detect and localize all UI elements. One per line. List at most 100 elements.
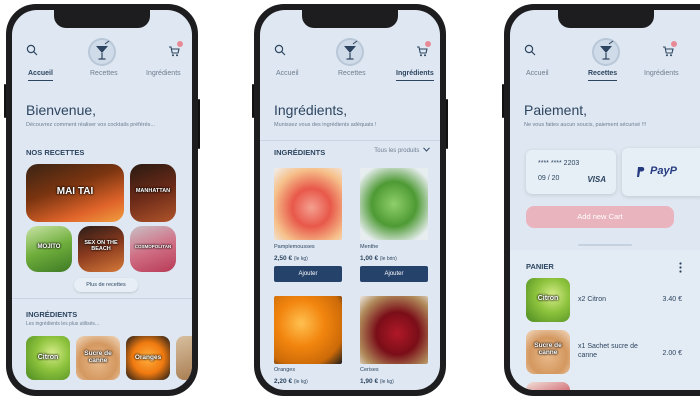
page-subtitle: Découvrez comment réaliser vos cocktails…: [26, 122, 155, 128]
product-price: 1,00 € (le brin): [360, 255, 397, 262]
ingredient-label: Oranges: [134, 354, 162, 361]
tab-accueil[interactable]: Accueil: [276, 70, 299, 77]
product-image-menthe[interactable]: [360, 168, 428, 240]
page-title: Paiement,: [524, 102, 588, 118]
price-unit: (le kg): [379, 379, 394, 385]
cart-badge: [425, 41, 431, 47]
price-unit: (le brin): [379, 256, 397, 262]
recipe-label: MOJITO: [37, 244, 61, 250]
tab-accueil[interactable]: Accueil: [526, 70, 549, 77]
page-title: Bienvenue,: [26, 102, 97, 118]
sheet-handle[interactable]: [578, 244, 632, 246]
page-subtitle: Ne vous faites aucun soucis, paiement sé…: [524, 122, 647, 128]
search-icon[interactable]: [26, 44, 38, 56]
ingredients-section-title: INGRÉDIENTS: [26, 310, 78, 319]
phone-notch: [302, 10, 398, 28]
cart-icon[interactable]: [416, 41, 431, 62]
product-price: 2,20 € (le kg): [274, 378, 308, 385]
ingredient-card-partial[interactable]: [176, 336, 192, 380]
card-number: **** **** 2203: [538, 160, 580, 167]
product-image-pamplemousses[interactable]: [274, 168, 342, 240]
top-bar: [24, 38, 183, 68]
paypal-card[interactable]: PayP: [622, 148, 700, 196]
filter-dropdown[interactable]: Tous les produits: [374, 147, 430, 154]
recipe-label: SEX ON THE BEACH: [84, 240, 118, 252]
add-button[interactable]: Ajouter: [360, 266, 428, 282]
search-icon[interactable]: [524, 44, 536, 56]
cart-item-price: 3.40 €: [662, 296, 682, 303]
ingredients-subtitle: Les ingrédients les plus utilisés...: [26, 321, 100, 327]
ingredients-screen: Accueil Recettes Ingrédients Ingrédients…: [260, 10, 440, 390]
home-screen: Accueil Recettes Ingrédients Bienvenue, …: [12, 10, 192, 390]
cart-item-image-label: Sucre de canne: [534, 342, 562, 356]
more-vertical-icon[interactable]: [679, 262, 682, 273]
add-button[interactable]: Ajouter: [274, 266, 342, 282]
payment-screen: Accueil Recettes Ingrédients Paiement, N…: [510, 10, 700, 390]
filter-label: Tous les produits: [374, 148, 420, 154]
price-value: 1,00 €: [360, 255, 379, 262]
ingredient-card-oranges[interactable]: Oranges: [126, 336, 170, 380]
ingredient-card-sucre[interactable]: Sucre de canne: [76, 336, 120, 380]
tab-bar: Accueil Recettes Ingrédients: [510, 70, 700, 88]
price-value: 1,90 €: [360, 378, 379, 385]
tab-ingredients[interactable]: Ingrédients: [396, 70, 434, 81]
card-expiry: 09 / 20: [538, 175, 560, 182]
cart-badge: [177, 41, 183, 47]
top-bar: [272, 38, 431, 68]
product-price: 2,50 € (le kg): [274, 255, 308, 262]
page-title: Ingrédients,: [274, 102, 348, 118]
tab-recettes[interactable]: Recettes: [90, 70, 118, 77]
cart-icon[interactable]: [662, 41, 677, 62]
price-value: 2,20 €: [274, 378, 293, 385]
tab-ingredients[interactable]: Ingrédients: [146, 70, 181, 77]
tab-ingredients[interactable]: Ingrédients: [644, 70, 679, 77]
cart-item-description: x2 Citron: [578, 296, 607, 303]
divider: [260, 140, 440, 141]
ingredients-section-title: INGRÉDIENTS: [274, 148, 326, 157]
recipe-card-cosmopolitan[interactable]: COSMOPOLITAN: [130, 226, 176, 272]
tab-recettes[interactable]: Recettes: [588, 70, 618, 81]
cart-icon[interactable]: [168, 41, 183, 62]
ingredient-card-citron[interactable]: Citron: [26, 336, 70, 380]
app-mockups: Accueil Recettes Ingrédients Bienvenue, …: [0, 0, 700, 400]
add-new-card-button[interactable]: Add new Cart: [526, 206, 674, 228]
paypal-label: PayP: [650, 165, 677, 177]
cart-item-image-label: Citron: [537, 295, 559, 302]
cart-title: PANIER: [526, 262, 554, 271]
product-name: Oranges: [274, 367, 296, 373]
recipe-card-mai-tai[interactable]: MAI TAI: [26, 164, 124, 222]
page-subtitle: Munissez vous des ingrédients adéquats !: [274, 122, 377, 128]
tab-accueil[interactable]: Accueil: [28, 70, 53, 81]
recipes-section-title: NOS RECETTES: [26, 148, 85, 157]
phone-payment: Accueil Recettes Ingrédients Paiement, N…: [502, 4, 700, 396]
cart-item-description: x1 Sachet sucre de canne: [578, 343, 638, 359]
divider: [12, 298, 192, 299]
cocktail-logo-icon[interactable]: [592, 38, 620, 66]
cocktail-logo-icon[interactable]: [336, 38, 364, 66]
product-image-cerises[interactable]: [360, 296, 428, 364]
cart-item-price: 2.00 €: [662, 350, 682, 357]
phone-notch: [54, 10, 150, 28]
search-icon[interactable]: [274, 44, 286, 56]
cocktail-logo-icon[interactable]: [88, 38, 116, 66]
ingredient-label: Sucre de canne: [84, 350, 112, 364]
cart-item-image: Citron: [526, 278, 570, 322]
price-unit: (le kg): [293, 379, 308, 385]
more-recipes-button[interactable]: Plus de recettes: [74, 278, 138, 292]
recipe-card-sex-on-the-beach[interactable]: SEX ON THE BEACH: [78, 226, 124, 272]
phone-notch: [558, 10, 654, 28]
recipe-card-mojito[interactable]: MOJITO: [26, 226, 72, 272]
paypal-icon: [637, 167, 645, 177]
cart-panel: PANIER Citron x2 Citron 3.40 € Sucre de …: [510, 250, 700, 390]
product-name: Pamplemousses: [274, 244, 315, 250]
visa-card[interactable]: **** **** 2203 09 / 20 VISA: [526, 150, 616, 194]
tab-bar: Accueil Recettes Ingrédients: [260, 70, 440, 88]
phone-home: Accueil Recettes Ingrédients Bienvenue, …: [4, 4, 200, 396]
recipe-card-manhattan[interactable]: MANHATTAN: [130, 164, 176, 222]
cart-item-image: Sucre de canne: [526, 330, 570, 374]
product-image-oranges[interactable]: [274, 296, 342, 364]
product-price: 1,90 € (le kg): [360, 378, 394, 385]
tab-bar: Accueil Recettes Ingrédients: [12, 70, 192, 88]
tab-recettes[interactable]: Recettes: [338, 70, 366, 77]
card-brand: VISA: [587, 175, 606, 184]
